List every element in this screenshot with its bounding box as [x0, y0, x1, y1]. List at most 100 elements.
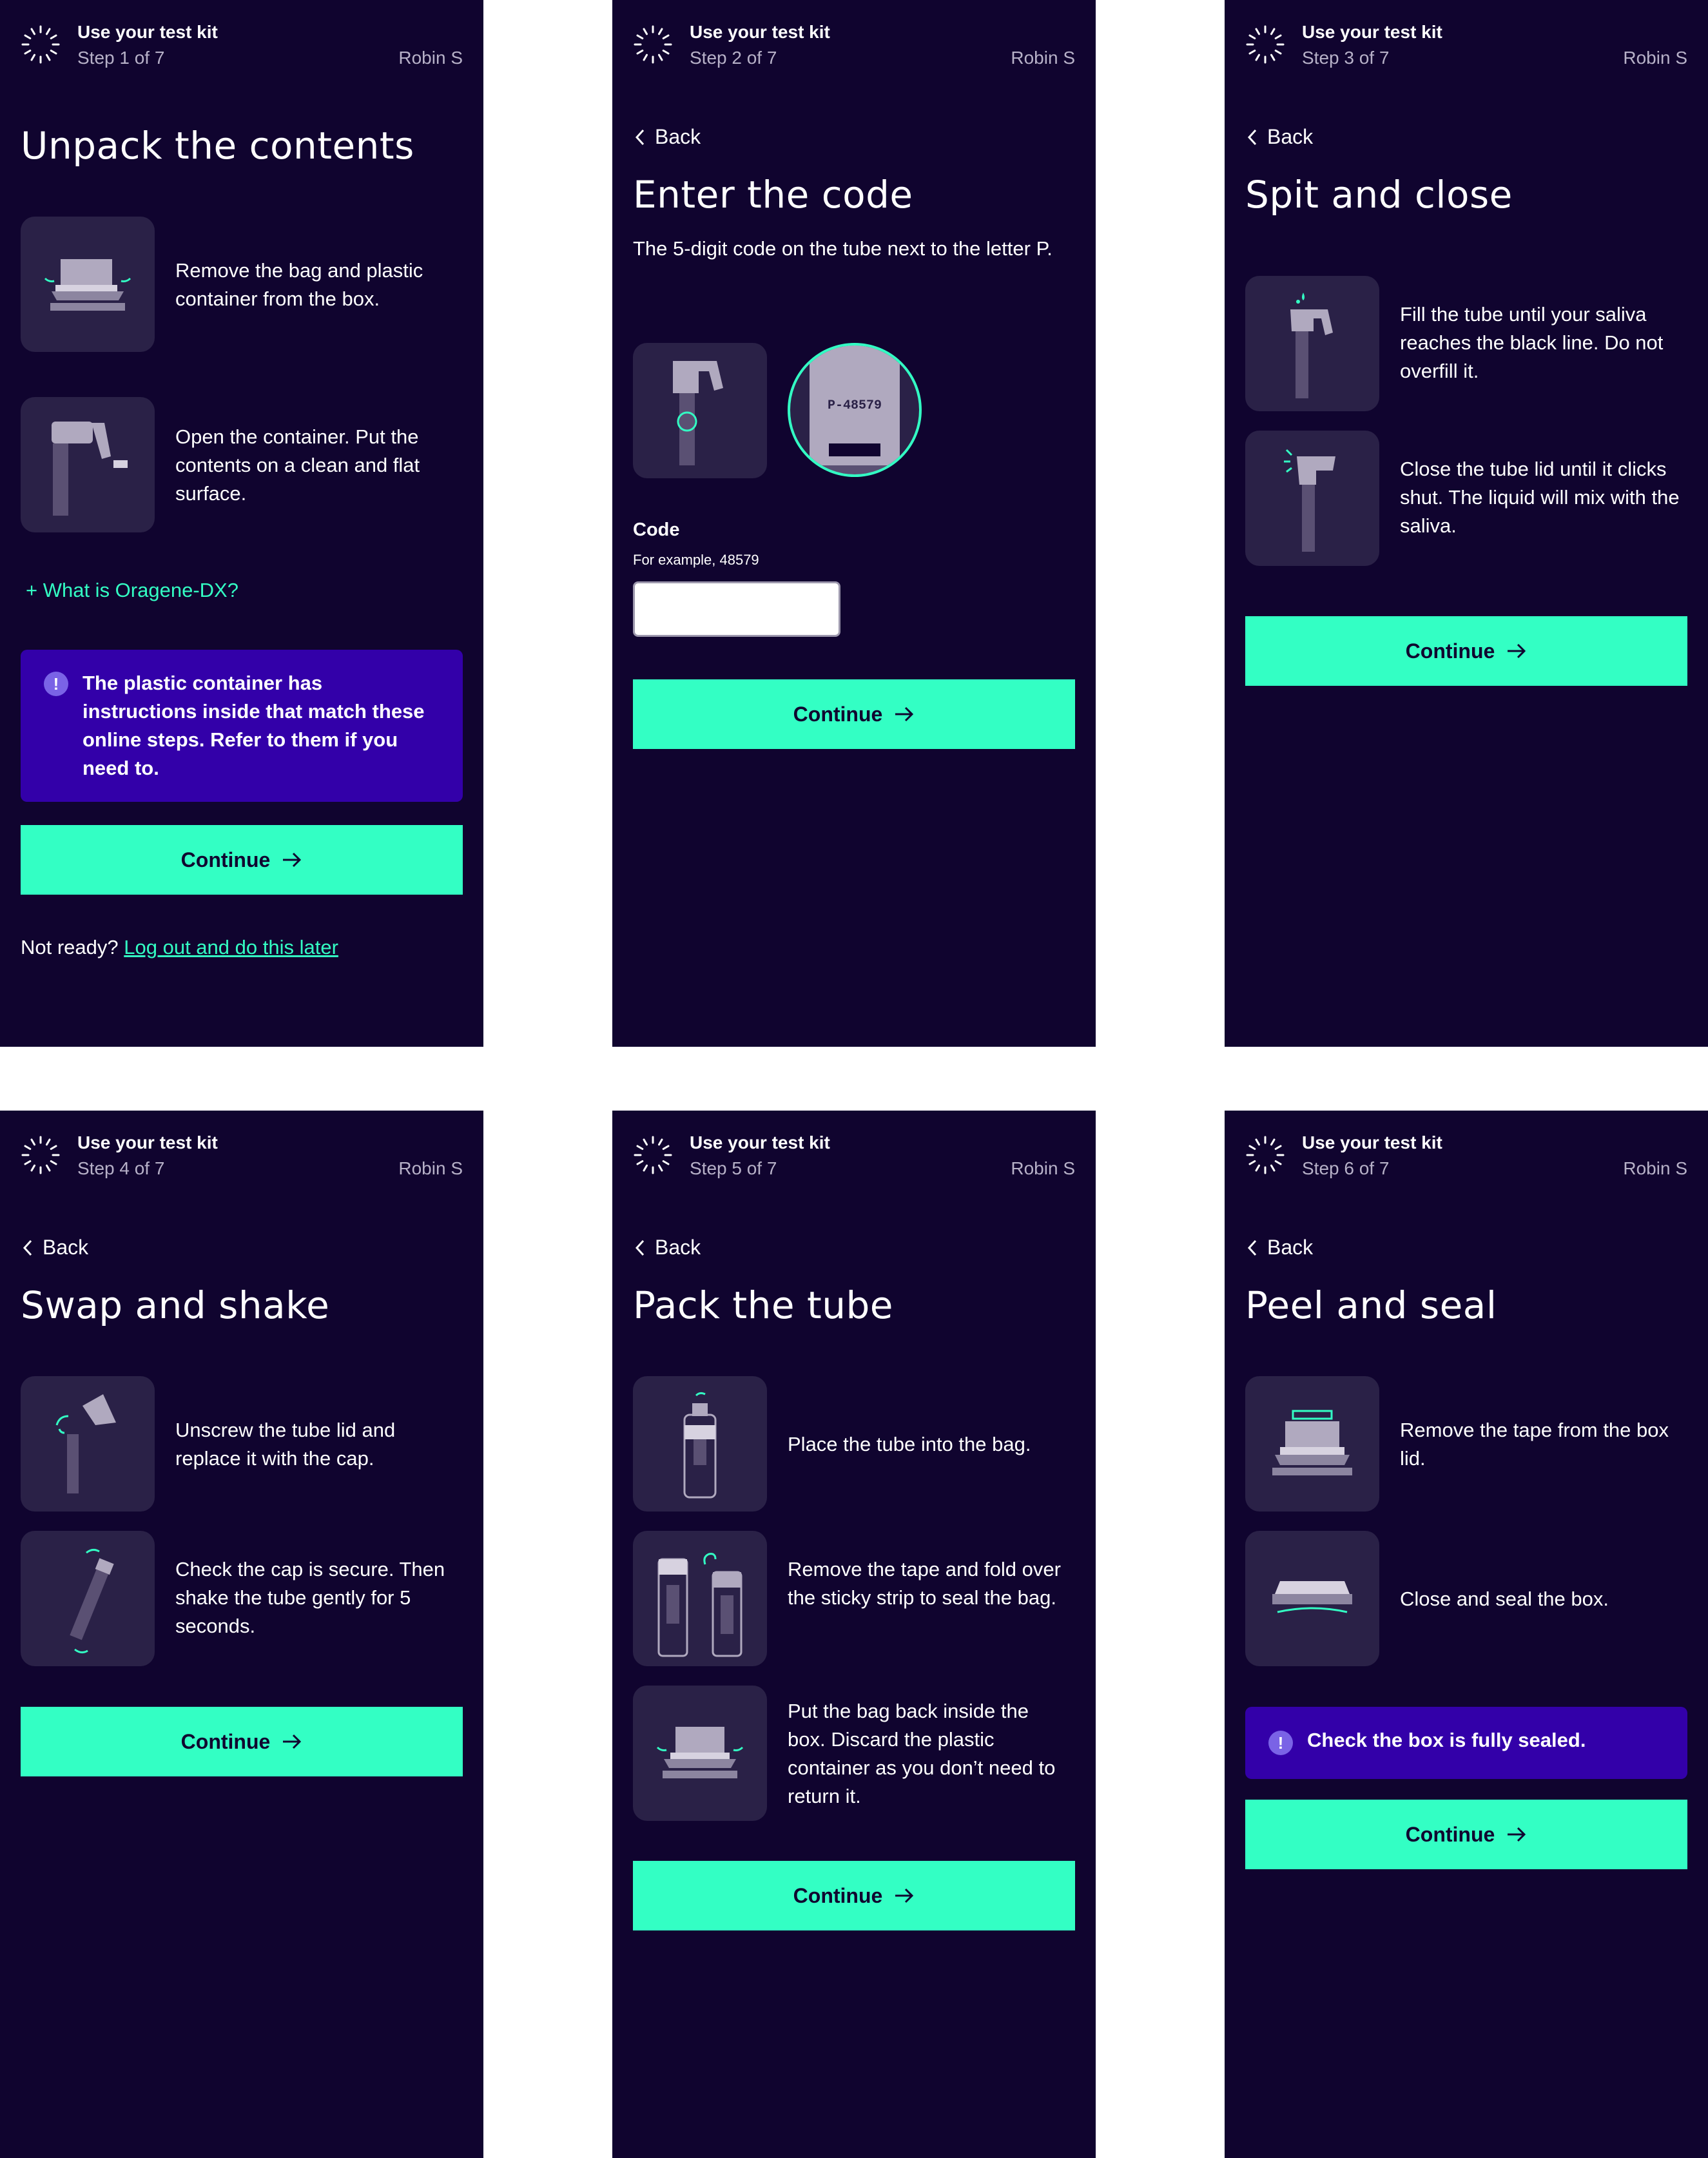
tube-spit-icon	[1245, 276, 1379, 411]
instruction-text: Close the tube lid until it clicks shut.…	[1400, 458, 1680, 537]
box-closed-icon	[1245, 1531, 1379, 1666]
page-title: Pack the tube	[633, 1283, 893, 1327]
screen-step-6: Use your test kit Step 6 of 7 Robin S Ba…	[1225, 1111, 1708, 2158]
instruction-text: Fill the tube until your saliva reaches …	[1400, 303, 1664, 382]
arrow-right-icon	[894, 1887, 915, 1905]
progress-spinner-icon	[1245, 1135, 1285, 1175]
back-link[interactable]: Back	[633, 125, 701, 149]
header-step: Step 2 of 7	[690, 48, 777, 68]
continue-label: Continue	[180, 848, 271, 871]
box-pack-icon	[633, 1686, 767, 1821]
screen-step-5: Use your test kit Step 5 of 7 Robin S Ba…	[612, 1111, 1096, 2158]
continue-label: Continue	[1405, 1822, 1495, 1846]
header-step: Step 4 of 7	[77, 1158, 165, 1178]
progress-spinner-icon	[1245, 24, 1285, 64]
expand-oragene-link[interactable]: + What is Oragene-DX?	[26, 579, 238, 602]
chevron-left-icon	[21, 1238, 35, 1258]
tube-in-bag-icon	[633, 1376, 767, 1512]
instruction-text: Remove the tape from the box lid.	[1400, 1419, 1669, 1470]
back-link[interactable]: Back	[633, 1236, 701, 1259]
progress-spinner-icon	[21, 24, 61, 64]
continue-button[interactable]: Continue	[1245, 1800, 1687, 1869]
continue-label: Continue	[180, 1729, 271, 1753]
chevron-left-icon	[633, 1238, 647, 1258]
continue-button[interactable]: Continue	[633, 679, 1075, 749]
screen-step-3: Use your test kit Step 3 of 7 Robin S Ba…	[1225, 0, 1708, 1047]
expand-link-label: What is Oragene-DX?	[43, 579, 238, 601]
header-title: Use your test kit	[77, 22, 218, 42]
not-ready-row: Not ready? Log out and do this later	[21, 936, 338, 959]
exclamation-icon: !	[44, 672, 68, 696]
header-title: Use your test kit	[690, 1132, 830, 1152]
back-label: Back	[655, 125, 701, 148]
back-link[interactable]: Back	[1245, 125, 1313, 149]
instruction-text: Remove the tape and fold over the sticky…	[788, 1558, 1061, 1609]
header: Use your test kit Step 4 of 7 Robin S	[21, 1132, 463, 1184]
code-hint: For example, 48579	[633, 552, 759, 568]
tube-code-text: P-48579	[828, 398, 882, 413]
continue-button[interactable]: Continue	[1245, 616, 1687, 686]
page-subtitle: The 5-digit code on the tube next to the…	[633, 237, 1053, 260]
page-title: Unpack the contents	[21, 124, 414, 168]
header-title: Use your test kit	[690, 22, 830, 42]
chevron-left-icon	[1245, 1238, 1259, 1258]
not-ready-text: Not ready?	[21, 936, 119, 958]
page-title: Peel and seal	[1245, 1283, 1497, 1327]
header-step: Step 5 of 7	[690, 1158, 777, 1178]
continue-label: Continue	[1405, 639, 1495, 663]
header: Use your test kit Step 6 of 7 Robin S	[1245, 1132, 1687, 1184]
page-title: Swap and shake	[21, 1283, 330, 1327]
info-callout: ! Check the box is fully sealed.	[1245, 1707, 1687, 1779]
header-user[interactable]: Robin S	[398, 1158, 463, 1179]
header-user[interactable]: Robin S	[1011, 1158, 1075, 1179]
instruction-text: Place the tube into the bag.	[788, 1433, 1031, 1455]
continue-button[interactable]: Continue	[21, 1707, 463, 1776]
header-user[interactable]: Robin S	[1623, 48, 1687, 68]
instruction-text: Close and seal the box.	[1400, 1588, 1609, 1610]
chevron-left-icon	[633, 128, 647, 147]
code-zoom-icon: P-48579	[788, 343, 922, 477]
screen-step-2: Use your test kit Step 2 of 7 Robin S Ba…	[612, 0, 1096, 1047]
progress-spinner-icon	[21, 1135, 61, 1175]
continue-label: Continue	[793, 1883, 883, 1907]
header: Use your test kit Step 5 of 7 Robin S	[633, 1132, 1075, 1184]
continue-button[interactable]: Continue	[21, 825, 463, 895]
tube-open-icon	[21, 397, 155, 532]
chevron-left-icon	[1245, 128, 1259, 147]
progress-spinner-icon	[633, 24, 673, 64]
info-callout: ! The plastic container has instructions…	[21, 650, 463, 802]
header-step: Step 1 of 7	[77, 48, 165, 68]
header-user[interactable]: Robin S	[1011, 48, 1075, 68]
header-user[interactable]: Robin S	[398, 48, 463, 68]
header-step: Step 3 of 7	[1302, 48, 1390, 68]
header: Use your test kit Step 3 of 7 Robin S	[1245, 22, 1687, 73]
header: Use your test kit Step 2 of 7 Robin S	[633, 22, 1075, 73]
header: Use your test kit Step 1 of 7 Robin S	[21, 22, 463, 73]
back-label: Back	[1267, 125, 1314, 148]
arrow-right-icon	[894, 705, 915, 723]
exclamation-icon: !	[1268, 1731, 1293, 1755]
code-input[interactable]	[633, 581, 840, 637]
header-step: Step 6 of 7	[1302, 1158, 1390, 1178]
back-label: Back	[1267, 1236, 1314, 1259]
logout-link[interactable]: Log out and do this later	[124, 936, 338, 958]
instruction-text: Remove the bag and plastic container fro…	[175, 259, 423, 310]
callout-text: The plastic container has instructions i…	[82, 672, 425, 779]
header-title: Use your test kit	[1302, 1132, 1442, 1152]
page-title: Enter the code	[633, 173, 913, 217]
callout-text: Check the box is fully sealed.	[1307, 1729, 1586, 1751]
instruction-text: Open the container. Put the contents on …	[175, 425, 420, 505]
continue-button[interactable]: Continue	[633, 1861, 1075, 1930]
header-title: Use your test kit	[77, 1132, 218, 1152]
back-link[interactable]: Back	[21, 1236, 88, 1259]
code-label: Code	[633, 520, 680, 540]
box-tape-icon	[1245, 1376, 1379, 1512]
back-link[interactable]: Back	[1245, 1236, 1313, 1259]
arrow-right-icon	[1506, 1825, 1527, 1843]
header-title: Use your test kit	[1302, 22, 1442, 42]
continue-label: Continue	[793, 702, 883, 726]
arrow-right-icon	[282, 851, 302, 869]
bag-seal-icon	[633, 1531, 767, 1666]
instruction-text: Put the bag back inside the box. Discard…	[788, 1700, 1056, 1807]
header-user[interactable]: Robin S	[1623, 1158, 1687, 1179]
